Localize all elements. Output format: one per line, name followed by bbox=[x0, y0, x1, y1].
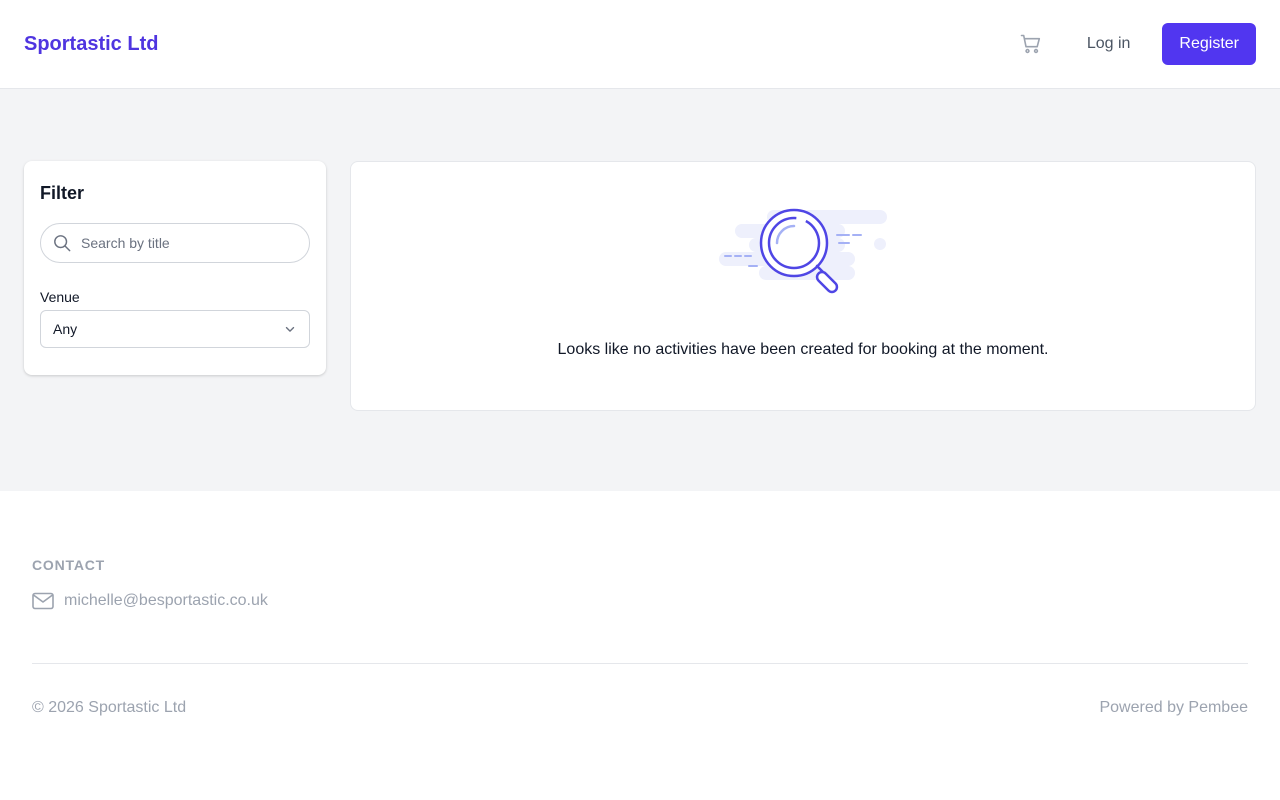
register-button[interactable]: Register bbox=[1162, 23, 1256, 65]
powered-by-link[interactable]: Powered by Pembee bbox=[1099, 699, 1248, 717]
contact-email-link[interactable]: michelle@besportastic.co.uk bbox=[64, 592, 268, 610]
contact-email-row[interactable]: michelle@besportastic.co.uk bbox=[32, 592, 268, 610]
site-footer: CONTACT michelle@besportastic.co.uk © 20… bbox=[0, 491, 1280, 800]
venue-selected-value: Any bbox=[53, 321, 78, 337]
search-field[interactable] bbox=[40, 223, 310, 263]
site-header: Sportastic Ltd Log in Register bbox=[0, 0, 1280, 89]
cart-button[interactable] bbox=[1011, 24, 1051, 64]
copyright-text: © 2026 Sportastic Ltd bbox=[32, 699, 187, 716]
venue-label: Venue bbox=[40, 289, 80, 305]
chevron-down-icon bbox=[285, 326, 295, 332]
shopping-cart-icon bbox=[1020, 34, 1040, 54]
results-panel: Looks like no activities have been creat… bbox=[350, 161, 1256, 411]
contact-heading: CONTACT bbox=[32, 557, 105, 573]
header-actions: Log in Register bbox=[1011, 23, 1256, 65]
magnifying-glass-illustration bbox=[719, 208, 887, 294]
filter-title: Filter bbox=[40, 183, 85, 203]
empty-state-message: Looks like no activities have been creat… bbox=[557, 341, 1049, 358]
filter-panel: Filter Venue Any bbox=[24, 161, 326, 375]
search-icon bbox=[54, 235, 71, 252]
venue-select[interactable]: Any bbox=[40, 310, 310, 348]
footer-divider bbox=[32, 663, 1248, 664]
brand-logo-text[interactable]: Sportastic Ltd bbox=[24, 33, 158, 56]
search-input[interactable] bbox=[81, 235, 301, 251]
envelope-icon bbox=[32, 592, 54, 610]
login-button[interactable]: Log in bbox=[1071, 25, 1147, 63]
main-content: Filter Venue Any bbox=[0, 89, 1280, 491]
